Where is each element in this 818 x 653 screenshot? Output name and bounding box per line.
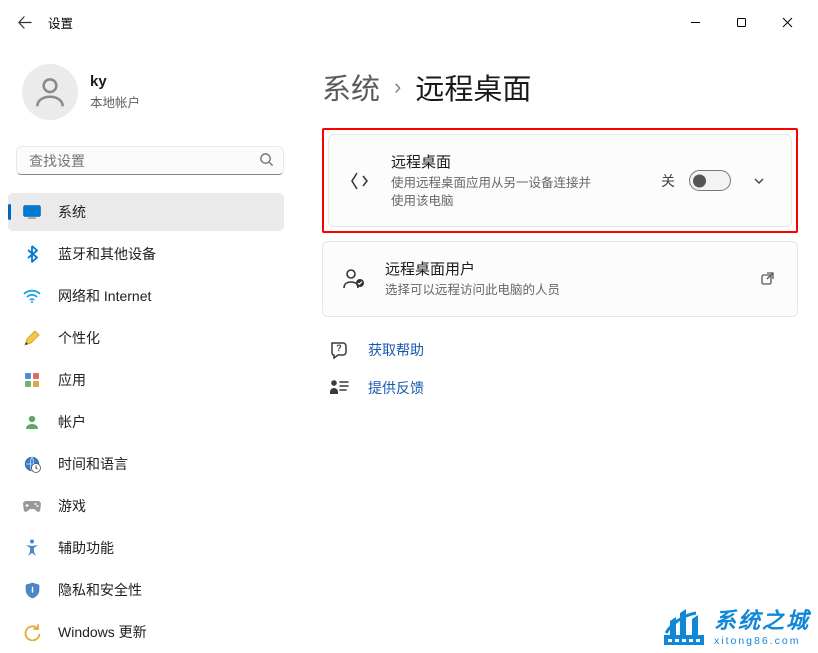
user-block[interactable]: ky 本地帐户: [0, 58, 300, 140]
feedback-icon: [328, 377, 350, 399]
card-title: 远程桌面用户: [385, 258, 560, 279]
sidebar-item-label: 辅助功能: [58, 538, 114, 558]
person-icon: [31, 73, 69, 111]
wifi-icon: [22, 286, 42, 306]
card-subtitle: 选择可以远程访问此电脑的人员: [385, 282, 560, 300]
remote-desktop-toggle[interactable]: [689, 170, 731, 191]
close-button[interactable]: [764, 6, 810, 38]
search-input[interactable]: [16, 146, 284, 175]
popout-icon: [760, 271, 775, 286]
sidebar-item-personalization[interactable]: 个性化: [8, 319, 284, 357]
sidebar-item-label: 帐户: [58, 412, 86, 432]
nav: 系统 蓝牙和其他设备 网络和 Internet 个性化 应用 帐户: [0, 191, 300, 653]
feedback-link[interactable]: 提供反馈: [328, 377, 798, 399]
expand-button[interactable]: [745, 167, 773, 195]
sidebar-item-label: 时间和语言: [58, 454, 128, 474]
window-controls: [672, 6, 810, 38]
sidebar-item-network[interactable]: 网络和 Internet: [8, 277, 284, 315]
window-title: 设置: [48, 13, 73, 32]
globe-clock-icon: [22, 454, 42, 474]
sidebar-item-label: 游戏: [58, 496, 86, 516]
open-external-button[interactable]: [755, 267, 779, 291]
sidebar-item-label: 蓝牙和其他设备: [58, 244, 156, 264]
link-label: 获取帮助: [368, 340, 424, 360]
chevron-right-icon: ›: [394, 74, 401, 100]
search-box: [16, 146, 284, 175]
display-icon: [22, 202, 42, 222]
title-bar: 设置: [0, 0, 818, 44]
sidebar-item-label: 应用: [58, 370, 86, 390]
get-help-link[interactable]: ? 获取帮助: [328, 339, 798, 361]
help-icon: ?: [328, 339, 350, 361]
breadcrumb-current: 远程桌面: [415, 66, 531, 108]
remote-desktop-card[interactable]: 远程桌面 使用远程桌面应用从另一设备连接并使用该电脑 关: [328, 134, 792, 227]
breadcrumb-parent[interactable]: 系统: [322, 66, 380, 108]
link-label: 提供反馈: [368, 378, 424, 398]
gaming-icon: [22, 496, 42, 516]
sidebar-item-label: 个性化: [58, 328, 100, 348]
minimize-button[interactable]: [672, 6, 718, 38]
sidebar-item-label: 网络和 Internet: [58, 286, 151, 306]
user-account-type: 本地帐户: [90, 92, 140, 111]
sidebar-item-label: Windows 更新: [58, 622, 147, 642]
sidebar-item-label: 隐私和安全性: [58, 580, 142, 600]
sidebar-item-apps[interactable]: 应用: [8, 361, 284, 399]
sidebar-item-time[interactable]: 时间和语言: [8, 445, 284, 483]
remote-users-card[interactable]: 远程桌面用户 选择可以远程访问此电脑的人员: [322, 241, 798, 317]
accessibility-icon: [22, 538, 42, 558]
chevron-down-icon: [752, 174, 766, 188]
remote-connect-icon: [347, 168, 373, 194]
shield-icon: [22, 580, 42, 600]
card-title: 远程桌面: [391, 151, 591, 172]
sidebar-item-accessibility[interactable]: 辅助功能: [8, 529, 284, 567]
maximize-button[interactable]: [718, 6, 764, 38]
arrow-left-icon: [17, 15, 32, 30]
sidebar: ky 本地帐户 系统 蓝牙和其他设备 网络和 Internet: [0, 44, 300, 653]
update-icon: [22, 622, 42, 642]
user-name: ky: [90, 73, 140, 90]
card-subtitle: 使用远程桌面应用从另一设备连接并使用该电脑: [391, 175, 591, 210]
bluetooth-icon: [22, 244, 42, 264]
breadcrumb: 系统 › 远程桌面: [322, 66, 798, 108]
svg-text:?: ?: [336, 343, 342, 353]
sidebar-item-system[interactable]: 系统: [8, 193, 284, 231]
close-icon: [782, 17, 793, 28]
sidebar-item-accounts[interactable]: 帐户: [8, 403, 284, 441]
sidebar-item-update[interactable]: Windows 更新: [8, 613, 284, 651]
maximize-icon: [736, 17, 747, 28]
sidebar-item-gaming[interactable]: 游戏: [8, 487, 284, 525]
back-button[interactable]: [8, 6, 40, 38]
minimize-icon: [690, 17, 701, 28]
search-icon: [259, 152, 274, 170]
sidebar-item-bluetooth[interactable]: 蓝牙和其他设备: [8, 235, 284, 273]
paint-icon: [22, 328, 42, 348]
users-icon: [341, 266, 367, 292]
toggle-state-label: 关: [661, 171, 675, 191]
sidebar-item-privacy[interactable]: 隐私和安全性: [8, 571, 284, 609]
apps-icon: [22, 370, 42, 390]
main-content: 系统 › 远程桌面 远程桌面 使用远程桌面应用从另一设备连接并使用该电脑 关: [300, 44, 818, 653]
highlight-box: 远程桌面 使用远程桌面应用从另一设备连接并使用该电脑 关: [322, 128, 798, 233]
sidebar-item-label: 系统: [58, 202, 86, 222]
account-icon: [22, 412, 42, 432]
avatar: [22, 64, 78, 120]
